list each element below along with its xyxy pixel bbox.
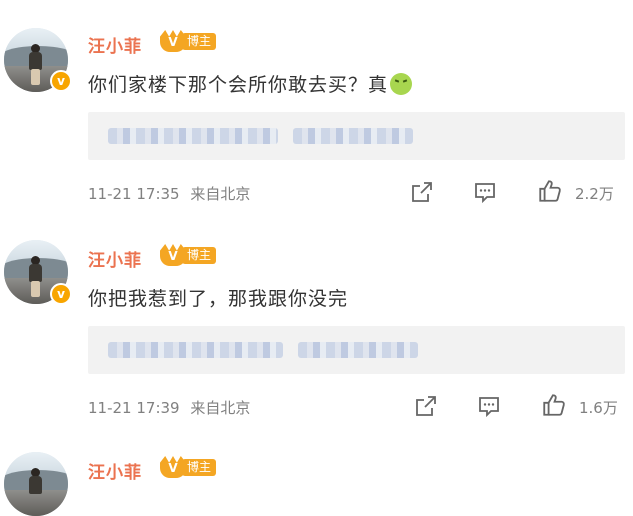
- blurred-text: [108, 128, 278, 144]
- avatar-figure-body: [29, 52, 42, 70]
- like-count: 1.6万: [579, 399, 618, 417]
- avatar[interactable]: [4, 452, 68, 516]
- verified-badge-icon: v: [50, 70, 72, 92]
- avatar-figure-body: [29, 264, 42, 282]
- blurred-text: [298, 342, 418, 358]
- comment-icon[interactable]: [477, 394, 501, 418]
- source: 来自北京: [190, 185, 251, 203]
- quoted-reply-blurred[interactable]: [88, 112, 625, 160]
- timestamp: 11-21 17:35: [88, 185, 180, 203]
- username[interactable]: 汪小菲: [88, 246, 142, 271]
- source: 来自北京: [190, 399, 251, 417]
- share-icon[interactable]: [414, 394, 438, 418]
- comment-meta: 11-21 17:39 来自北京: [88, 397, 250, 418]
- avatar-figure-body: [29, 476, 42, 494]
- quoted-reply-blurred[interactable]: [88, 326, 625, 374]
- comment-text-content: 你们家楼下那个会所你敢去买？真: [88, 74, 389, 96]
- blogger-badge: V 博主: [160, 456, 228, 478]
- comment-icon[interactable]: [473, 180, 497, 204]
- username[interactable]: 汪小菲: [88, 32, 142, 57]
- blogger-label: 博主: [182, 459, 217, 476]
- avatar-figure-legs: [31, 69, 40, 85]
- like-count: 2.2万: [575, 185, 614, 203]
- like-icon[interactable]: [541, 392, 567, 418]
- nauseated-face-icon: [390, 73, 413, 95]
- comment-text: 你把我惹到了，那我跟你没完: [88, 288, 349, 310]
- username[interactable]: 汪小菲: [88, 458, 142, 483]
- blurred-text: [293, 128, 413, 144]
- like-icon[interactable]: [537, 178, 563, 204]
- blogger-badge: V 博主: [160, 244, 228, 266]
- blurred-text: [108, 342, 283, 358]
- blogger-label: 博主: [182, 33, 217, 50]
- comment-meta: 11-21 17:35 来自北京: [88, 183, 250, 204]
- blogger-label: 博主: [182, 247, 217, 264]
- timestamp: 11-21 17:39: [88, 399, 180, 417]
- blogger-badge: V 博主: [160, 30, 228, 52]
- verified-badge-icon: v: [50, 283, 72, 305]
- comment-text: 你们家楼下那个会所你敢去买？真: [88, 70, 413, 97]
- share-icon[interactable]: [410, 180, 434, 204]
- avatar-figure-legs: [31, 281, 40, 297]
